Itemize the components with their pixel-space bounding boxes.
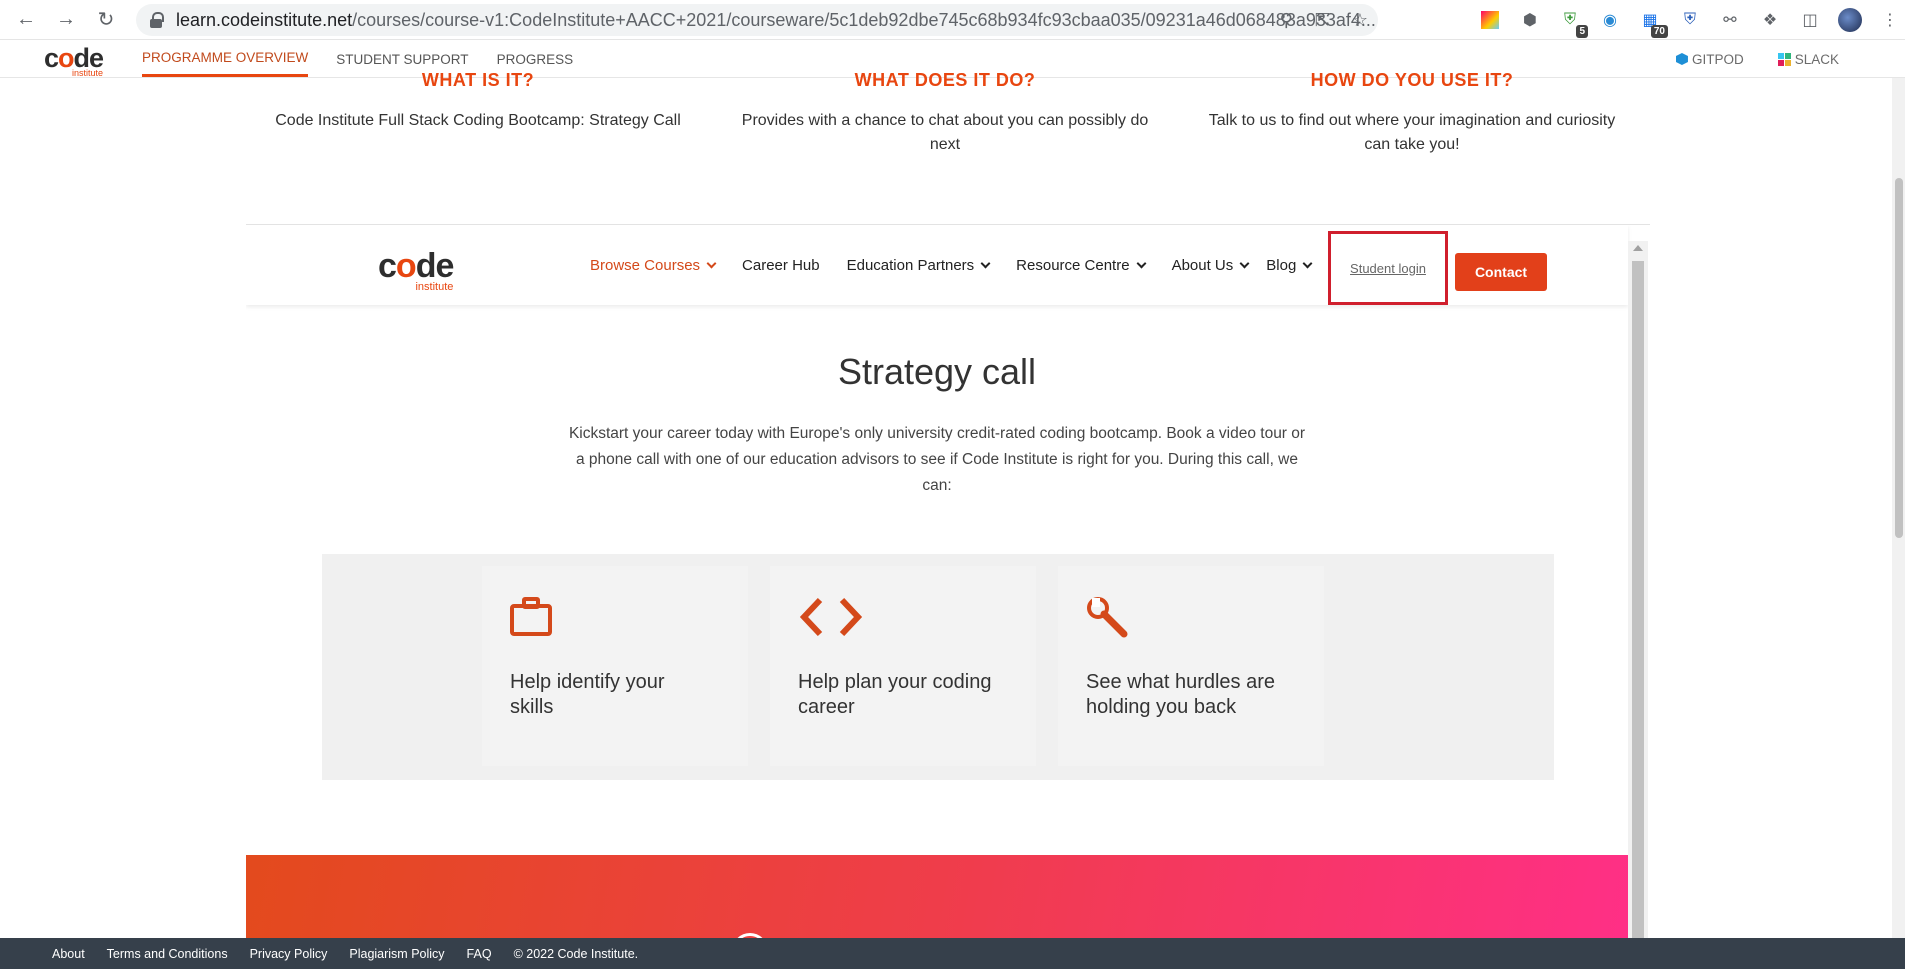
page-title: Strategy call (837, 351, 1037, 392)
slack-icon (1777, 52, 1791, 66)
extensions-area: ⬢ ⛨ 5 ◉ ▦ 70 ⛨ ⚯ ❖ ◫ ⋮ (1478, 6, 1902, 38)
scroll-up-icon[interactable] (1633, 245, 1643, 251)
extension-cube-icon[interactable]: ⬢ (1518, 8, 1542, 32)
gitpod-link[interactable]: GITPOD (1675, 52, 1744, 67)
how-do-you-use-it-column: HOW DO YOU USE IT? Talk to us to find ou… (1192, 70, 1632, 157)
footer-link-plagiarism[interactable]: Plagiarism Policy (349, 947, 444, 961)
footer-link-privacy[interactable]: Privacy Policy (250, 947, 328, 961)
embedded-strategy-page: code institute Browse Courses Career Hub… (246, 224, 1650, 938)
footer-link-terms[interactable]: Terms and Conditions (107, 947, 228, 961)
footer-copyright: © 2022 Code Institute. (513, 946, 639, 961)
page-description: Kickstart your career today with Europe'… (568, 425, 1306, 494)
footer-link-faq[interactable]: FAQ (467, 947, 492, 961)
reload-icon[interactable]: ↻ (86, 0, 126, 40)
footer: About Terms and Conditions Privacy Polic… (0, 938, 1905, 969)
benefit-text: Help plan your coding career (798, 671, 992, 718)
what-does-it-do-column: WHAT DOES IT DO? Provides with a chance … (725, 70, 1165, 157)
url-path: /courses/course-v1:CodeInstitute+AACC+20… (352, 9, 1376, 30)
extension-shield2-icon[interactable]: ⛨ (1678, 8, 1702, 32)
chevron-down-icon (706, 258, 717, 268)
benefit-card: See what hurdles are holding you back (1058, 566, 1324, 766)
column-text: Code Institute Full Stack Coding Bootcam… (275, 112, 681, 129)
site-logo[interactable]: code institute (378, 249, 454, 293)
extension-bike-icon[interactable]: ⚯ (1718, 8, 1742, 32)
site-menu: Browse Courses Career Hub Education Part… (590, 225, 1338, 305)
page-scroll-thumb[interactable] (1895, 178, 1903, 538)
forward-arrow-icon[interactable]: → (46, 0, 86, 40)
benefit-card: Help plan your coding career (770, 566, 1036, 766)
code-institute-logo[interactable]: code institute (44, 45, 104, 79)
what-is-it-column: WHAT IS IT? Code Institute Full Stack Co… (258, 70, 698, 133)
contact-button[interactable]: Contact (1455, 253, 1547, 291)
iframe-scrollbar[interactable] (1628, 241, 1648, 938)
briefcase-icon (510, 596, 552, 643)
menu-blog[interactable]: Blog (1266, 257, 1313, 274)
gradient-banner (246, 855, 1628, 938)
zoom-icon[interactable]: ⚲ (1280, 10, 1293, 31)
extension-calendar-icon[interactable]: ▦ 70 (1638, 8, 1668, 38)
chevron-down-icon (1136, 258, 1147, 268)
lock-icon (150, 12, 164, 28)
share-icon[interactable]: ⇱ (1315, 10, 1330, 31)
student-login-highlight: Student login (1328, 231, 1448, 305)
back-arrow-icon[interactable]: ← (6, 0, 46, 40)
extension-gradient-icon[interactable] (1478, 8, 1502, 32)
bookmark-star-icon[interactable]: ☆ (1352, 10, 1368, 31)
more-menu-icon[interactable]: ⋮ (1878, 8, 1902, 32)
student-login-link[interactable]: Student login (1350, 261, 1426, 276)
column-heading: WHAT DOES IT DO? (854, 70, 1036, 90)
chevron-down-icon (1239, 258, 1250, 268)
column-text: Talk to us to find out where your imagin… (1208, 112, 1616, 153)
gitpod-icon (1675, 53, 1688, 65)
benefit-text: See what hurdles are holding you back (1086, 671, 1276, 718)
iframe-scroll-thumb[interactable] (1632, 261, 1644, 938)
menu-about-us[interactable]: About Us (1172, 257, 1250, 274)
benefit-text: Help identify your skills (510, 671, 665, 718)
menu-resource-centre[interactable]: Resource Centre (1016, 257, 1147, 274)
extension-circle-icon[interactable]: ◉ (1598, 8, 1622, 32)
side-panel-icon[interactable]: ◫ (1798, 8, 1822, 32)
url-host: learn.codeinstitute.net (176, 9, 353, 30)
benefits-panel: Help identify your skills Help plan your… (322, 554, 1554, 780)
code-icon (798, 596, 864, 643)
extensions-puzzle-icon[interactable]: ❖ (1758, 8, 1782, 32)
footer-link-about[interactable]: About (52, 947, 85, 961)
benefit-card: Help identify your skills (482, 566, 748, 766)
profile-avatar[interactable] (1838, 8, 1862, 32)
page-scrollbar[interactable] (1892, 78, 1905, 938)
chevron-down-icon (980, 258, 991, 268)
chevron-down-icon (1302, 258, 1313, 268)
extension-shield-icon[interactable]: ⛨ 5 (1558, 8, 1588, 38)
menu-education-partners[interactable]: Education Partners (847, 257, 991, 274)
wrench-icon (1086, 596, 1128, 643)
site-navbar: code institute Browse Courses Career Hub… (246, 225, 1628, 305)
address-bar[interactable]: learn.codeinstitute.net /courses/course-… (136, 4, 1378, 36)
menu-career-hub[interactable]: Career Hub (742, 257, 820, 274)
column-heading: HOW DO YOU USE IT? (1310, 70, 1514, 90)
column-text: Provides with a chance to chat about you… (741, 112, 1149, 153)
browser-toolbar: ← → ↻ learn.codeinstitute.net /courses/c… (0, 0, 1905, 40)
column-heading: WHAT IS IT? (421, 70, 535, 90)
menu-browse-courses[interactable]: Browse Courses (590, 257, 717, 274)
slack-link[interactable]: SLACK (1777, 52, 1839, 67)
